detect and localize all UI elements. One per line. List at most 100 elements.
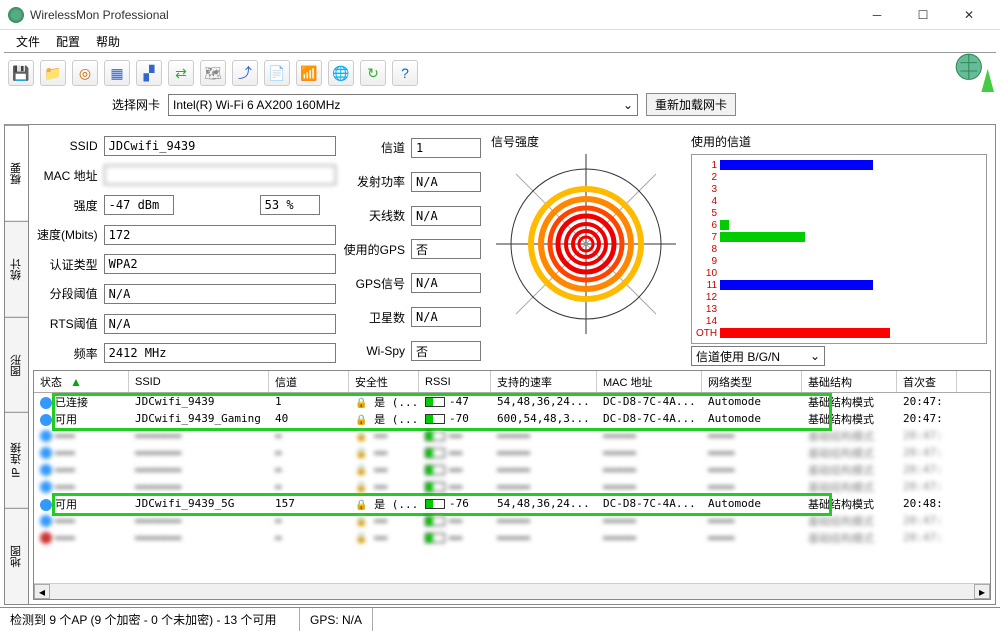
chan-label: 信道 xyxy=(344,139,405,156)
col-c7[interactable]: 网络类型 xyxy=(702,371,802,392)
window-title: WirelessMon Professional xyxy=(30,8,854,22)
freq-label: 频率 xyxy=(37,345,98,362)
channel-band-value: 信道使用 B/G/N xyxy=(696,348,780,365)
col-c4[interactable]: RSSI xyxy=(419,371,491,392)
chan-value: 1 xyxy=(411,138,481,158)
table-row[interactable]: 可用JDCwifi_9439_5G157🔒 是 (...-7654,48,36,… xyxy=(34,495,990,512)
stats-icon[interactable]: ▦ xyxy=(104,60,130,86)
gps-value: 否 xyxy=(411,239,481,259)
table-body: 已连接JDCwifi_94391🔒 是 (...-4754,48,36,24..… xyxy=(34,393,990,583)
tab-summary[interactable]: 概要 xyxy=(5,125,28,221)
channel-usage-chart: 1234567891011121314OTH xyxy=(691,154,987,344)
globe-icon[interactable]: 🌐 xyxy=(328,60,354,86)
table-row[interactable]: ▬▬▬▬▬▬▬▬▬▬▬🔒 ▬▬▬▬▬▬▬▬▬▬▬▬▬▬▬▬▬▬基础结构模式20:… xyxy=(34,478,990,495)
table-row[interactable]: ▬▬▬▬▬▬▬▬▬▬▬🔒 ▬▬▬▬▬▬▬▬▬▬▬▬▬▬▬▬▬▬基础结构模式20:… xyxy=(34,512,990,529)
mac-value xyxy=(104,165,336,185)
table-row[interactable]: 已连接JDCwifi_94391🔒 是 (...-4754,48,36,24..… xyxy=(34,393,990,410)
sat-label: 卫星数 xyxy=(344,309,405,326)
txpwr-label: 发射功率 xyxy=(344,173,405,190)
table-row[interactable]: ▬▬▬▬▬▬▬▬▬▬▬🔒 ▬▬▬▬▬▬▬▬▬▬▬▬▬▬▬▬▬▬基础结构模式20:… xyxy=(34,427,990,444)
mac-label: MAC 地址 xyxy=(37,167,98,184)
tab-graph[interactable]: 图形 xyxy=(5,317,28,413)
auth-label: 认证类型 xyxy=(37,256,98,273)
col-c1[interactable]: SSID xyxy=(129,371,269,392)
target-icon[interactable]: ◎ xyxy=(72,60,98,86)
nic-value: Intel(R) Wi-Fi 6 AX200 160MHz xyxy=(173,98,340,112)
table-row[interactable]: ▬▬▬▬▬▬▬▬▬▬▬🔒 ▬▬▬▬▬▬▬▬▬▬▬▬▬▬▬▬▬▬基础结构模式20:… xyxy=(34,444,990,461)
refresh-icon[interactable]: ↻ xyxy=(360,60,386,86)
menu-config[interactable]: 配置 xyxy=(50,31,86,52)
minimize-button[interactable]: ─ xyxy=(854,0,900,30)
col-c3[interactable]: 安全性 xyxy=(349,371,419,392)
map-icon[interactable]: 🗺 xyxy=(200,60,226,86)
channel-band-select[interactable]: 信道使用 B/G/N ⌄ xyxy=(691,346,825,366)
channels-title: 使用的信道 xyxy=(691,133,751,150)
ap-table: 状态 ▲SSID信道安全性RSSI支持的速率MAC 地址网络类型基础结构首次查 … xyxy=(33,370,991,600)
nic-label: 选择网卡 xyxy=(100,96,160,113)
strength-pct: 53 % xyxy=(260,195,320,215)
help-icon[interactable]: ? xyxy=(392,60,418,86)
export-icon[interactable]: ⤴ xyxy=(232,60,258,86)
ssid-label: SSID xyxy=(37,139,98,153)
wispy-label: Wi-Spy xyxy=(344,344,405,358)
save-icon[interactable]: 💾 xyxy=(8,60,34,86)
table-row[interactable]: ▬▬▬▬▬▬▬▬▬▬▬🔒 ▬▬▬▬▬▬▬▬▬▬▬▬▬▬▬▬▬▬基础结构模式20:… xyxy=(34,461,990,478)
menu-file[interactable]: 文件 xyxy=(10,31,46,52)
maximize-button[interactable]: ☐ xyxy=(900,0,946,30)
gpssig-label: GPS信号 xyxy=(344,275,405,292)
folder-icon[interactable]: 📁 xyxy=(40,60,66,86)
table-row[interactable]: 可用JDCwifi_9439_Gaming40🔒 是 (...-70600,54… xyxy=(34,410,990,427)
strength-label: 强度 xyxy=(37,197,98,214)
speed-value: 172 xyxy=(104,225,336,245)
ant-label: 天线数 xyxy=(344,207,405,224)
main-panel: 概要 统计 图形 IP 连接 地图 SSID JDCwifi_9439 MAC … xyxy=(4,124,996,605)
nic-row: 选择网卡 Intel(R) Wi-Fi 6 AX200 160MHz ⌄ 重新加… xyxy=(0,93,1000,122)
col-c2[interactable]: 信道 xyxy=(269,371,349,392)
wispy-value: 否 xyxy=(411,341,481,361)
strength-dbm: -47 dBm xyxy=(104,195,174,215)
connection-fields: SSID JDCwifi_9439 MAC 地址 强度 -47 dBm 53 %… xyxy=(37,133,336,366)
side-tabs: 概要 统计 图形 IP 连接 地图 xyxy=(5,125,29,604)
col-c9[interactable]: 首次查 xyxy=(897,371,957,392)
status-detected: 检测到 9 个AP (9 个加密 - 0 个未加密) - 13 个可用 xyxy=(0,608,300,631)
signal-radar xyxy=(496,154,676,334)
network-icon[interactable]: ⇄ xyxy=(168,60,194,86)
tab-ip[interactable]: IP 连接 xyxy=(5,412,28,508)
sat-value: N/A xyxy=(411,307,481,327)
menubar: 文件 配置 帮助 xyxy=(0,30,1000,52)
col-c6[interactable]: MAC 地址 xyxy=(597,371,702,392)
frag-label: 分段阈值 xyxy=(37,285,98,302)
titlebar: WirelessMon Professional ─ ☐ ✕ xyxy=(0,0,1000,30)
statusbar: 检测到 9 个AP (9 个加密 - 0 个未加密) - 13 个可用 GPS:… xyxy=(0,607,1000,631)
gps-label: 使用的GPS xyxy=(344,241,405,258)
table-header: 状态 ▲SSID信道安全性RSSI支持的速率MAC 地址网络类型基础结构首次查 xyxy=(34,371,990,393)
report-icon[interactable]: 📄 xyxy=(264,60,290,86)
col-c0[interactable]: 状态 ▲ xyxy=(34,371,129,392)
toolbar: 💾 📁 ◎ ▦ ▞ ⇄ 🗺 ⤴ 📄 📶 🌐 ↻ ? xyxy=(0,53,1000,93)
connection-fields-2: 信道 1 发射功率 N/A 天线数 N/A 使用的GPS 否 GPS信号 N/A… xyxy=(344,133,481,366)
auth-value: WPA2 xyxy=(104,254,336,274)
rts-label: RTS阈值 xyxy=(37,315,98,332)
chevron-down-icon: ⌄ xyxy=(623,98,633,112)
frag-value: N/A xyxy=(104,284,336,304)
freq-value: 2412 MHz xyxy=(104,343,336,363)
signal-strength-title: 信号强度 xyxy=(491,133,539,150)
col-c5[interactable]: 支持的速率 xyxy=(491,371,597,392)
table-row[interactable]: ▬▬▬▬▬▬▬▬▬▬▬🔒 ▬▬▬▬▬▬▬▬▬▬▬▬▬▬▬▬▬▬基础结构模式20:… xyxy=(34,529,990,546)
brand-logo-icon xyxy=(952,50,994,92)
status-gps: GPS: N/A xyxy=(300,608,373,631)
tab-map[interactable]: 地图 xyxy=(5,508,28,604)
nic-select[interactable]: Intel(R) Wi-Fi 6 AX200 160MHz ⌄ xyxy=(168,94,638,116)
menu-help[interactable]: 帮助 xyxy=(90,31,126,52)
gpssig-value: N/A xyxy=(411,273,481,293)
device-icon[interactable]: 📶 xyxy=(296,60,322,86)
close-button[interactable]: ✕ xyxy=(946,0,992,30)
rts-value: N/A xyxy=(104,314,336,334)
horizontal-scrollbar[interactable]: ◂ ▸ xyxy=(34,583,990,599)
app-icon xyxy=(8,7,24,23)
tab-stats[interactable]: 统计 xyxy=(5,221,28,317)
graph-icon[interactable]: ▞ xyxy=(136,60,162,86)
speed-label: 速度(Mbits) xyxy=(37,226,98,243)
reload-nic-button[interactable]: 重新加载网卡 xyxy=(646,93,736,116)
col-c8[interactable]: 基础结构 xyxy=(802,371,897,392)
